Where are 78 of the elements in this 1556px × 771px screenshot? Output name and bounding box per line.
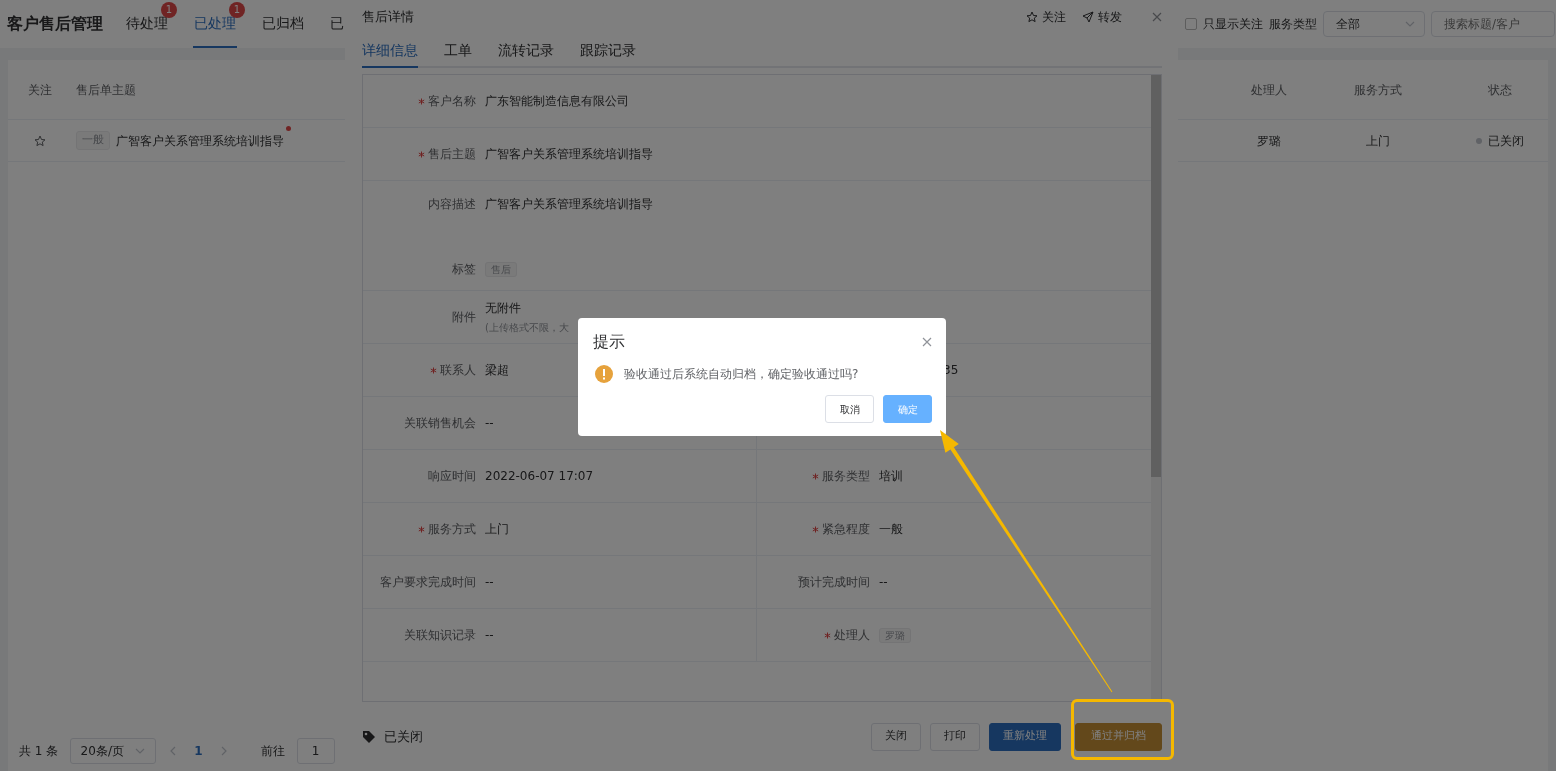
field-label: 关联销售机会 xyxy=(404,415,476,432)
field-label: 紧急程度 xyxy=(822,521,870,538)
page-title: 客户售后管理 xyxy=(7,13,103,35)
count-badge: 1 xyxy=(161,2,177,18)
field-value: -- xyxy=(485,627,494,644)
field-label: 服务方式 xyxy=(428,521,476,538)
service-type-select[interactable]: 全部 xyxy=(1323,11,1425,37)
field-label: 客户要求完成时间 xyxy=(380,574,476,591)
close-icon[interactable] xyxy=(922,337,932,347)
goto-label: 前往 xyxy=(260,743,285,760)
scrollbar-thumb[interactable] xyxy=(1151,75,1161,477)
field-label: 关联知识记录 xyxy=(404,627,476,644)
field-label: 联系人 xyxy=(440,362,476,379)
star-outline-icon xyxy=(1026,11,1038,23)
status-dot xyxy=(1476,138,1482,144)
field-value: 上门 xyxy=(485,521,509,538)
table-cell-text: 上门 xyxy=(1365,132,1391,150)
close-icon[interactable] xyxy=(1152,12,1162,22)
field-label: 处理人 xyxy=(834,627,870,644)
send-icon xyxy=(1082,11,1094,23)
action-link[interactable]: 关注 xyxy=(1026,8,1066,26)
field-label: 响应时间 xyxy=(428,468,476,485)
field-value: -- xyxy=(879,574,888,591)
field-label: 附件 xyxy=(452,309,476,326)
field-value: -- xyxy=(485,574,494,591)
tab[interactable]: 跟踪记录 xyxy=(580,34,636,68)
column-header: 处理人 xyxy=(1250,81,1288,99)
select-value: 20条/页 xyxy=(80,743,124,760)
field-value: 2022-06-07 17:07 xyxy=(485,468,594,485)
page-size-select[interactable]: 20条/页 xyxy=(70,738,157,764)
search-field[interactable]: 搜索标题/客户 xyxy=(1431,11,1555,37)
action-button[interactable]: 关闭 xyxy=(871,722,921,751)
action-link[interactable]: 转发 xyxy=(1082,8,1122,26)
tab[interactable]: 已归档 xyxy=(261,0,305,48)
field-value: 广东智能制造信息有限公司 xyxy=(485,93,629,110)
column-header: 关注 xyxy=(27,81,53,99)
field-value: 广智客户关系管理系统培训指导 xyxy=(485,196,653,213)
total-count: 共 1 条 xyxy=(19,743,59,760)
count-badge: 1 xyxy=(229,2,245,18)
column-header: 服务方式 xyxy=(1353,81,1403,99)
star-outline-icon[interactable] xyxy=(34,134,46,147)
field-value: 无附件 xyxy=(485,300,522,317)
field-value: 广智客户关系管理系统培训指导 xyxy=(485,146,653,163)
field-label: 标签 xyxy=(452,261,476,278)
field-value: 梁超 xyxy=(485,362,509,379)
action-button[interactable]: 重新处理 xyxy=(989,722,1061,751)
field-label: 内容描述 xyxy=(428,196,476,213)
status-text: 已关闭 xyxy=(384,727,423,746)
field-value: -- xyxy=(485,415,494,432)
scrollbar[interactable] xyxy=(1151,75,1161,701)
checkbox[interactable] xyxy=(1185,18,1197,30)
field-label: 售后主题 xyxy=(428,146,476,163)
dialog-title: 提示 xyxy=(593,331,625,353)
field-value: 一般 xyxy=(879,521,903,538)
dialog-message: 验收通过后系统自动归档，确定验收通过吗? xyxy=(624,366,859,383)
ticket-subject[interactable]: 广智客户关系管理系统培训指导 xyxy=(116,131,284,150)
column-header: 状态 xyxy=(1487,81,1513,99)
action-button[interactable]: 打印 xyxy=(930,722,980,751)
page-number[interactable]: 1 xyxy=(190,742,207,760)
field-label: 服务类型 xyxy=(822,468,870,485)
cancel-button[interactable]: 取消 xyxy=(825,395,874,423)
tag-icon xyxy=(362,729,376,744)
tab[interactable]: 工单 xyxy=(444,34,472,68)
drawer-title: 售后详情 xyxy=(362,8,414,27)
field-label: 预计完成时间 xyxy=(798,574,870,591)
checkbox-label: 只显示关注 xyxy=(1203,16,1263,33)
warning-icon xyxy=(595,365,613,383)
table-cell-text: 罗璐 xyxy=(1256,132,1282,150)
tab[interactable]: 已 xyxy=(329,0,345,48)
field-value: 培训 xyxy=(879,468,903,485)
filter-label: 服务类型 xyxy=(1269,16,1317,33)
column-header: 售后单主题 xyxy=(75,81,137,99)
status-text: 已关闭 xyxy=(1488,133,1524,148)
select-value: 全部 xyxy=(1336,16,1360,33)
tab[interactable]: 详细信息 xyxy=(362,34,418,68)
field-label: 客户名称 xyxy=(428,93,476,110)
page-input[interactable]: 1 xyxy=(296,738,335,764)
tab[interactable]: 流转记录 xyxy=(498,34,554,68)
